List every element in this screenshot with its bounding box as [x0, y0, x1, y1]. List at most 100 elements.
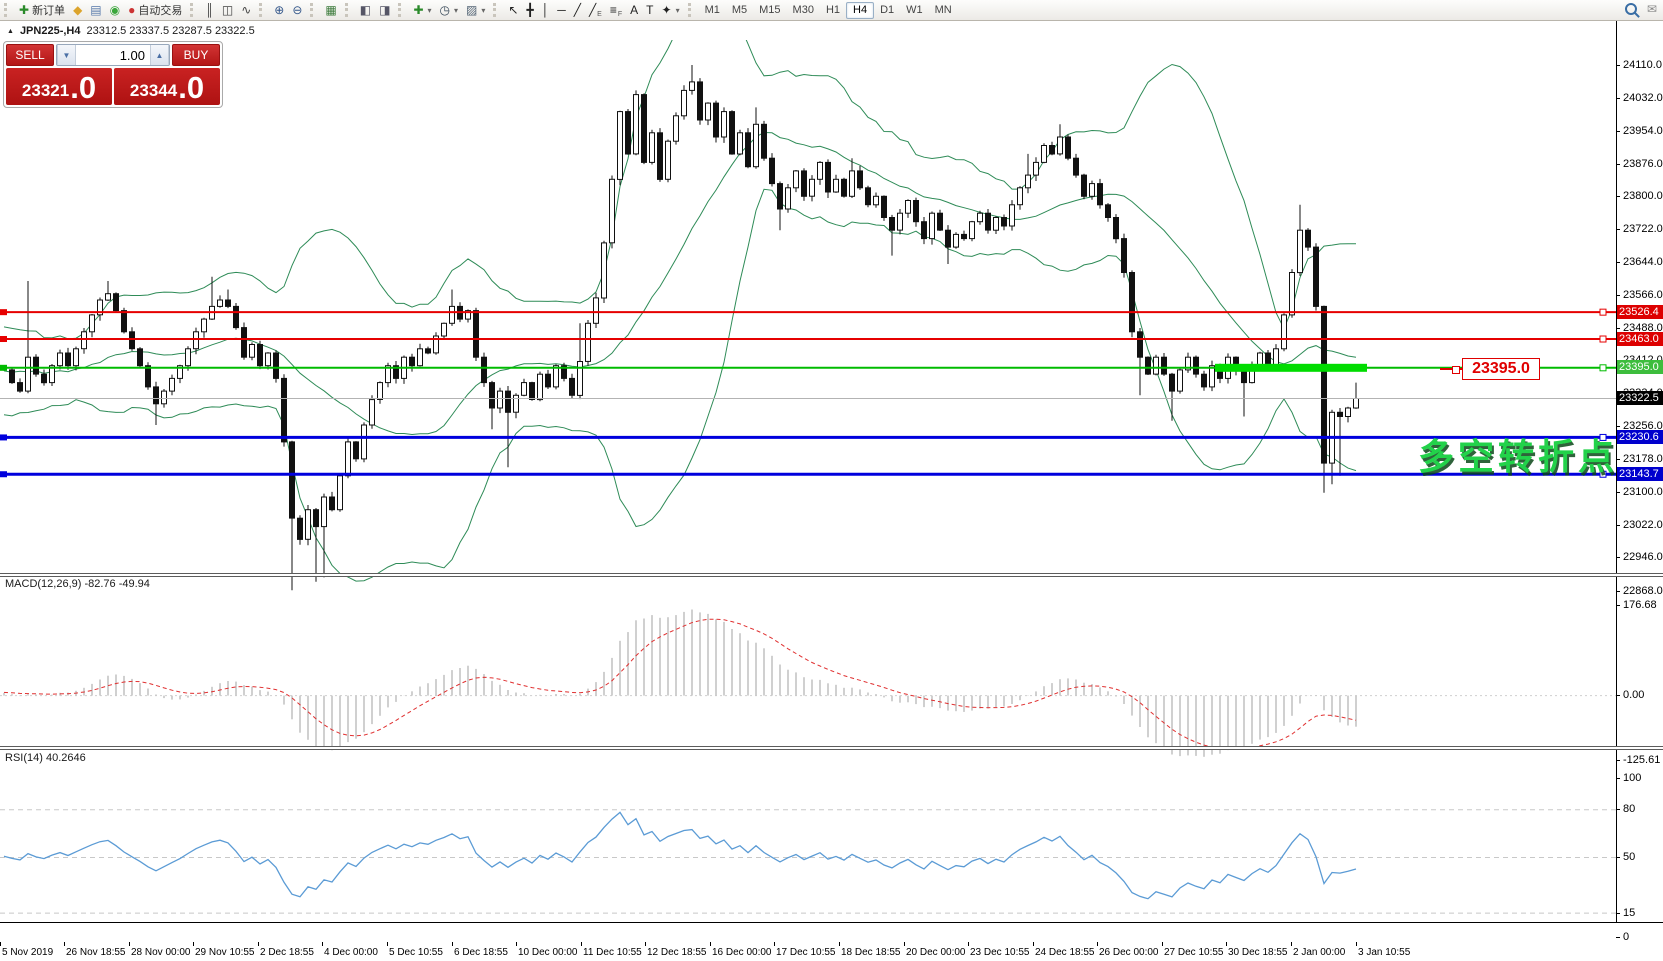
candles-layer [0, 20, 1616, 590]
candlestick-chart-button[interactable]: ◫ [218, 1, 237, 19]
price-axis-tick-label: 24032.0 [1623, 92, 1663, 105]
templates-button[interactable]: ▨▾ [462, 1, 489, 19]
time-axis-label: 5 Dec 10:55 [389, 947, 443, 958]
arrange-left-button[interactable]: ◧ [356, 1, 375, 19]
time-axis-label: 26 Dec 00:00 [1099, 947, 1159, 958]
dropdown-caret-icon[interactable]: ▾ [454, 6, 458, 15]
price-line-left-cap [0, 365, 7, 371]
search-icon[interactable] [1625, 3, 1637, 15]
volume-increase-button[interactable]: ▲ [150, 45, 169, 65]
timeframe-H1[interactable]: H1 [820, 2, 846, 19]
one-click-trading-panel: SELL ▼ ▲ BUY 23321 .0 23344 .0 [3, 41, 223, 108]
toolbar-grip[interactable] [345, 3, 351, 17]
arrange-right-button[interactable]: ◨ [375, 1, 394, 19]
timeframe-M30[interactable]: M30 [787, 2, 820, 19]
annotation-text[interactable]: 多空转折点 [1418, 428, 1618, 480]
buy-price-main: 23344 [130, 79, 177, 103]
macd-label: MACD(12,26,9) -82.76 -49.94 [5, 578, 150, 590]
timeframe-D1[interactable]: D1 [874, 2, 900, 19]
toolbar-grip[interactable] [398, 3, 404, 17]
toolbar-grip[interactable] [688, 3, 694, 17]
price-line-left-cap [0, 309, 7, 315]
time-axis-tick [1162, 942, 1163, 946]
text-label-icon: T [646, 4, 653, 16]
add-indicator-button[interactable]: ✚▾ [409, 1, 435, 19]
arrows-button[interactable]: ✦▾ [658, 1, 684, 19]
zoom-in-button[interactable]: ⊕ [270, 1, 288, 19]
market-watch-button[interactable]: ▤ [86, 1, 105, 19]
time-axis-tick [193, 942, 194, 946]
text-button[interactable]: A [626, 1, 642, 19]
macd-axis-tick-label: 176.68 [1623, 599, 1663, 612]
new-order-button[interactable]: ✚新订单 [15, 1, 69, 19]
zoom-out-button[interactable]: ⊖ [288, 1, 306, 19]
rsi-axis-tick-label: 50 [1623, 851, 1663, 864]
chart-canvas[interactable] [0, 20, 1663, 961]
time-axis[interactable]: 5 Nov 201926 Nov 18:5528 Nov 00:0029 Nov… [0, 943, 1663, 961]
volume-input[interactable] [76, 45, 150, 65]
time-axis-tick [452, 942, 453, 946]
time-axis-label: 2 Dec 18:55 [260, 947, 314, 958]
price-axis-tick-label: 23100.0 [1623, 486, 1663, 499]
sell-price[interactable]: 23321 .0 [6, 68, 112, 105]
timeframe-M15[interactable]: M15 [753, 2, 786, 19]
collapse-arrow-icon[interactable]: ▲ [7, 28, 14, 35]
timeframe-H4[interactable]: H4 [846, 2, 874, 19]
price-axis-tick-label: 22868.0 [1623, 585, 1663, 598]
vertical-line-button[interactable]: │ [538, 1, 554, 19]
time-axis-tick [904, 942, 905, 946]
toolbar-grip[interactable] [4, 3, 10, 17]
tile-windows-button[interactable]: ▦ [321, 1, 340, 19]
crosshair-button[interactable]: ╋ [522, 1, 537, 19]
toolbar-grip[interactable] [310, 3, 316, 17]
current-price-label: 23322.5 [1617, 391, 1663, 405]
horizontal-line-button[interactable]: ─ [553, 1, 570, 19]
time-axis-tick [1097, 942, 1098, 946]
time-axis-label: 20 Dec 00:00 [906, 947, 966, 958]
price-axis-tick-label: 22946.0 [1623, 551, 1663, 564]
timeframe-W1[interactable]: W1 [900, 2, 929, 19]
autotrading-button[interactable]: ●自动交易 [124, 1, 186, 19]
cursor-button[interactable]: ↖ [504, 1, 522, 19]
add-indicator-icon: ✚ [413, 4, 423, 16]
panel-separator-rsi[interactable] [0, 746, 1663, 750]
dropdown-caret-icon[interactable]: ▾ [481, 6, 485, 15]
volume-decrease-button[interactable]: ▼ [57, 45, 76, 65]
price-axis-tick-label: 23876.0 [1623, 158, 1663, 171]
toolbar-grip[interactable] [190, 3, 196, 17]
sell-button[interactable]: SELL [6, 44, 54, 66]
timeframe-MN[interactable]: MN [929, 2, 958, 19]
metaquotes-button[interactable]: ◆ [69, 1, 86, 19]
chat-icon[interactable]: ✉ [1647, 2, 1657, 16]
market-watch-icon: ▤ [90, 4, 101, 16]
line-chart-button[interactable]: ∿ [237, 1, 255, 19]
signals-button[interactable]: ◉ [106, 1, 124, 19]
panel-separator-macd[interactable] [0, 573, 1663, 577]
equidistant-channel-button[interactable]: ╱E [585, 1, 606, 19]
dropdown-caret-icon[interactable]: ▾ [676, 6, 680, 15]
price-axis-tick-label: 23178.0 [1623, 453, 1663, 466]
time-axis-label: 28 Nov 00:00 [131, 947, 191, 958]
line-price-label: 23463.0 [1617, 332, 1663, 346]
buy-price[interactable]: 23344 .0 [114, 68, 220, 105]
time-axis-label: 5 Nov 2019 [2, 947, 53, 958]
toolbar-grip[interactable] [493, 3, 499, 17]
text-label-button[interactable]: T [642, 1, 657, 19]
time-axis-label: 30 Dec 18:55 [1228, 947, 1288, 958]
dropdown-caret-icon[interactable]: ▾ [428, 6, 432, 15]
toolbar-grip[interactable] [259, 3, 265, 17]
timeframe-M1[interactable]: M1 [699, 2, 726, 19]
horizontal-line-icon: ─ [557, 4, 566, 16]
periods-button[interactable]: ◷▾ [436, 1, 463, 19]
trendline-button[interactable]: ╱ [570, 1, 585, 19]
arrows-icon: ✦ [662, 4, 672, 16]
bar-chart-button[interactable]: ║ [201, 1, 218, 19]
cursor-icon: ↖ [508, 4, 518, 16]
buy-button[interactable]: BUY [172, 44, 220, 66]
chart-window[interactable]: ▲ JPN225-,H4 23312.5 23337.5 23287.5 233… [0, 20, 1663, 941]
rsi-axis-tick-label: 100 [1623, 772, 1663, 785]
price-callout[interactable]: 23395.0 [1462, 358, 1540, 380]
callout-handle[interactable] [1452, 366, 1460, 374]
fibonacci-button[interactable]: ≡F [606, 1, 626, 19]
timeframe-M5[interactable]: M5 [726, 2, 753, 19]
